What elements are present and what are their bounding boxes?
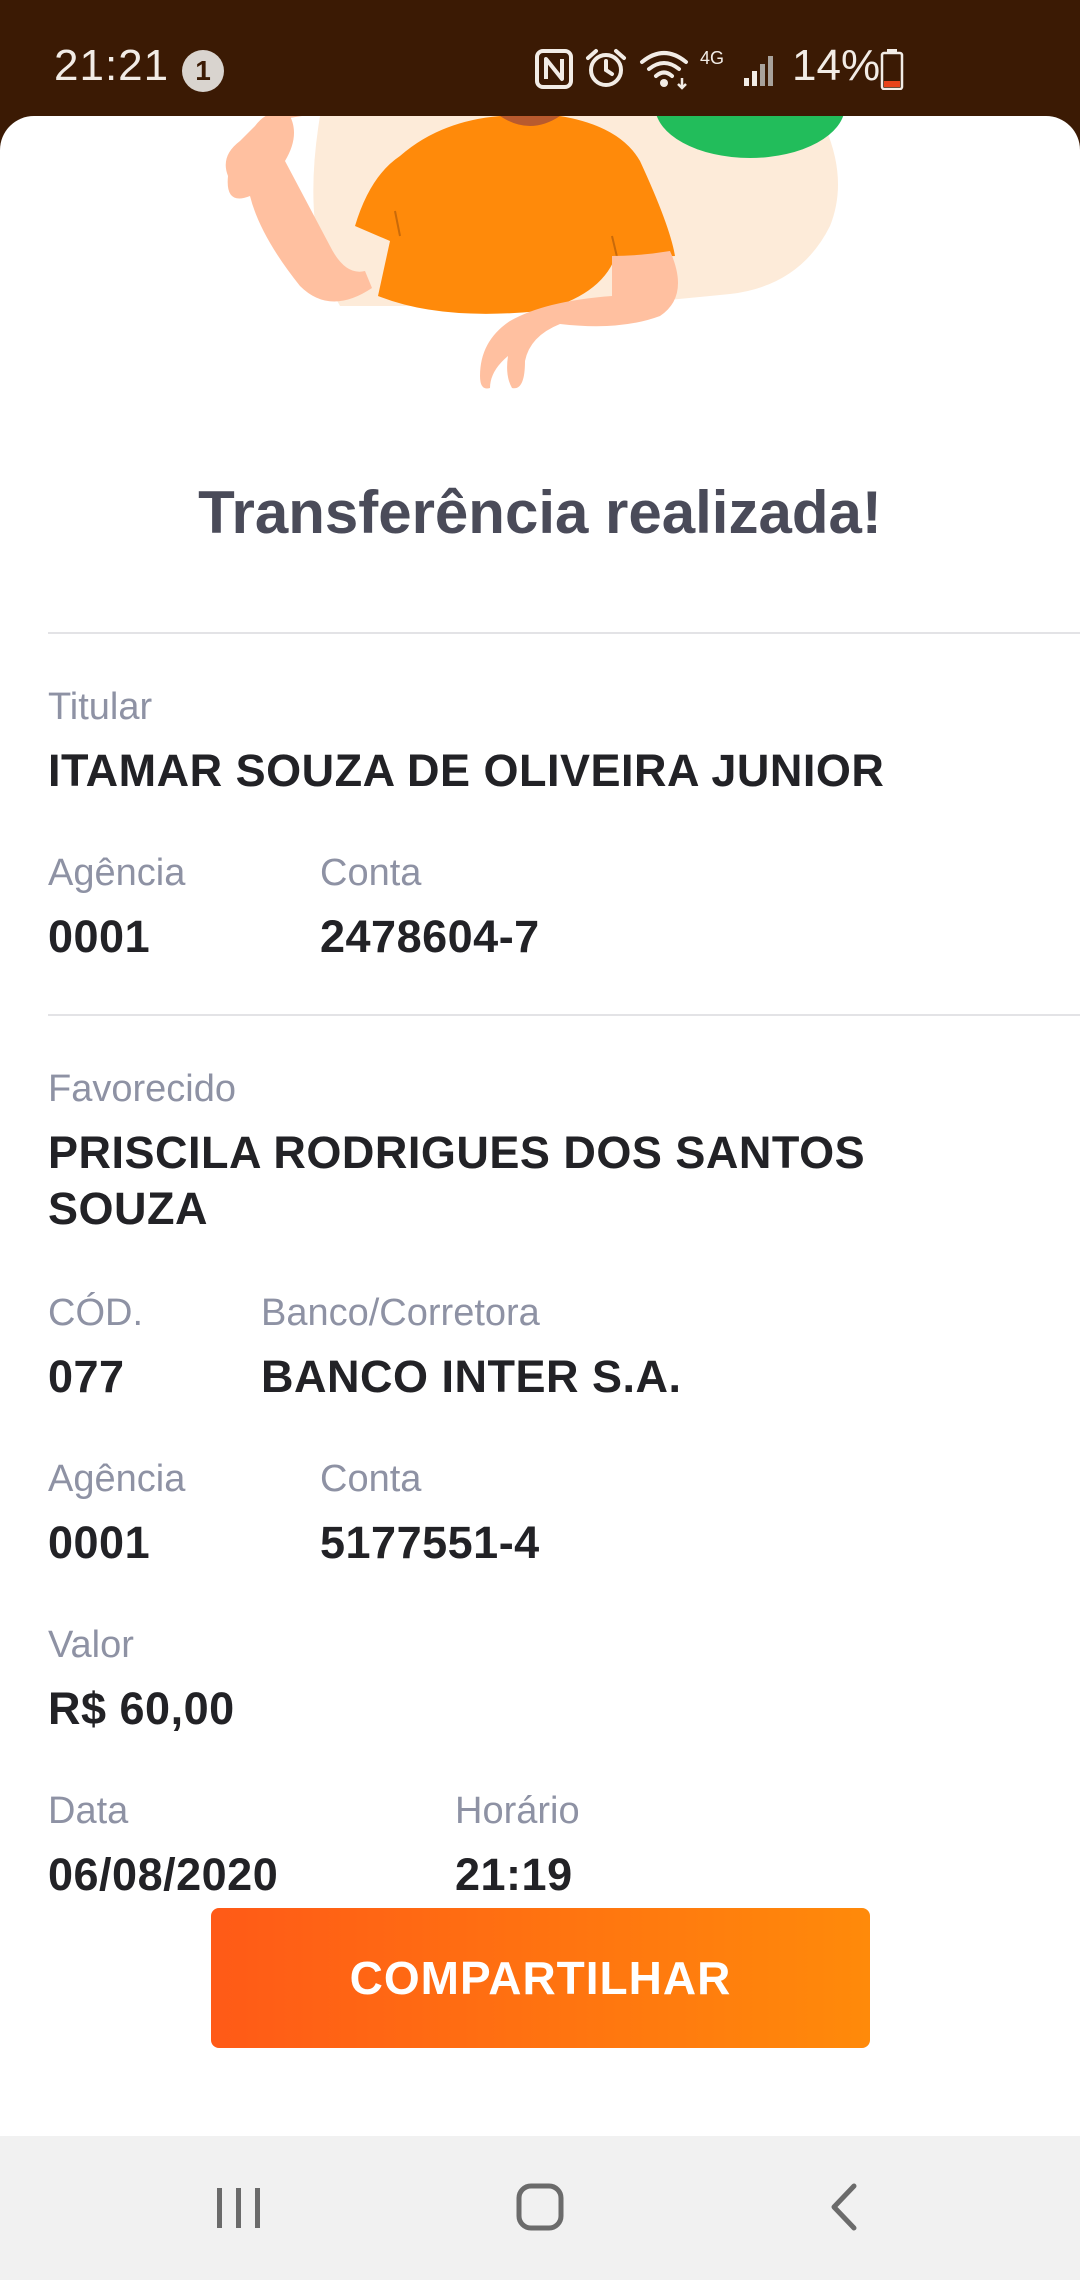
navigation-bar [0, 2136, 1080, 2280]
payee-name-line2: SOUZA [48, 1183, 208, 1234]
share-button[interactable]: COMPARTILHAR [211, 1908, 870, 2048]
alarm-icon [586, 49, 626, 87]
time-label: Horário [455, 1790, 580, 1832]
page-title: Transferência realizada! [198, 479, 882, 546]
holder-name: ITAMAR SOUZA DE OLIVEIRA JUNIOR [48, 745, 885, 796]
date-value: 06/08/2020 [48, 1849, 279, 1900]
home-button[interactable] [440, 2136, 640, 2280]
payee-agency-value: 0001 [48, 1517, 151, 1568]
home-icon [516, 2183, 564, 2231]
screen: 21:21 1 4G 14% Transferência realizada! … [0, 0, 1080, 2280]
payee-account-label: Conta [320, 1458, 422, 1500]
bank-name-label: Banco/Corretora [261, 1292, 540, 1334]
network-type-label: 4G [700, 48, 725, 68]
holder-account-value: 2478604-7 [320, 911, 540, 962]
holder-agency-label: Agência [48, 852, 186, 894]
payee-agency-label: Agência [48, 1458, 186, 1500]
bank-name-value: BANCO INTER S.A. [261, 1351, 682, 1402]
holder-label: Titular [48, 686, 153, 728]
recents-button[interactable] [139, 2136, 339, 2280]
bank-code-value: 077 [48, 1351, 125, 1402]
success-illustration [225, 116, 844, 389]
notification-count-badge: 1 [182, 50, 224, 92]
holder-account-label: Conta [320, 852, 422, 894]
battery-icon [880, 49, 904, 90]
date-label: Data [48, 1790, 129, 1832]
nfc-icon [535, 49, 573, 89]
back-button[interactable] [742, 2136, 942, 2280]
holder-agency-value: 0001 [48, 911, 151, 962]
payee-account-value: 5177551-4 [320, 1517, 540, 1568]
amount-label: Valor [48, 1624, 134, 1666]
recents-icon [217, 2188, 260, 2228]
signal-icon [744, 56, 773, 86]
divider [48, 632, 1080, 634]
wifi-icon [640, 51, 688, 90]
status-time: 21:21 [54, 41, 170, 90]
time-value: 21:19 [455, 1849, 573, 1900]
battery-percent: 14% [792, 41, 881, 90]
payee-label: Favorecido [48, 1068, 236, 1110]
back-icon [831, 2183, 857, 2231]
bank-code-label: CÓD. [48, 1292, 143, 1334]
transfer-receipt-sheet: Transferência realizada! Titular ITAMAR … [0, 116, 1080, 2136]
status-bar: 21:21 1 4G 14% [0, 0, 1080, 118]
divider [48, 1014, 1080, 1016]
payee-name-line1: PRISCILA RODRIGUES DOS SANTOS [48, 1127, 866, 1178]
amount-value: R$ 60,00 [48, 1683, 235, 1734]
